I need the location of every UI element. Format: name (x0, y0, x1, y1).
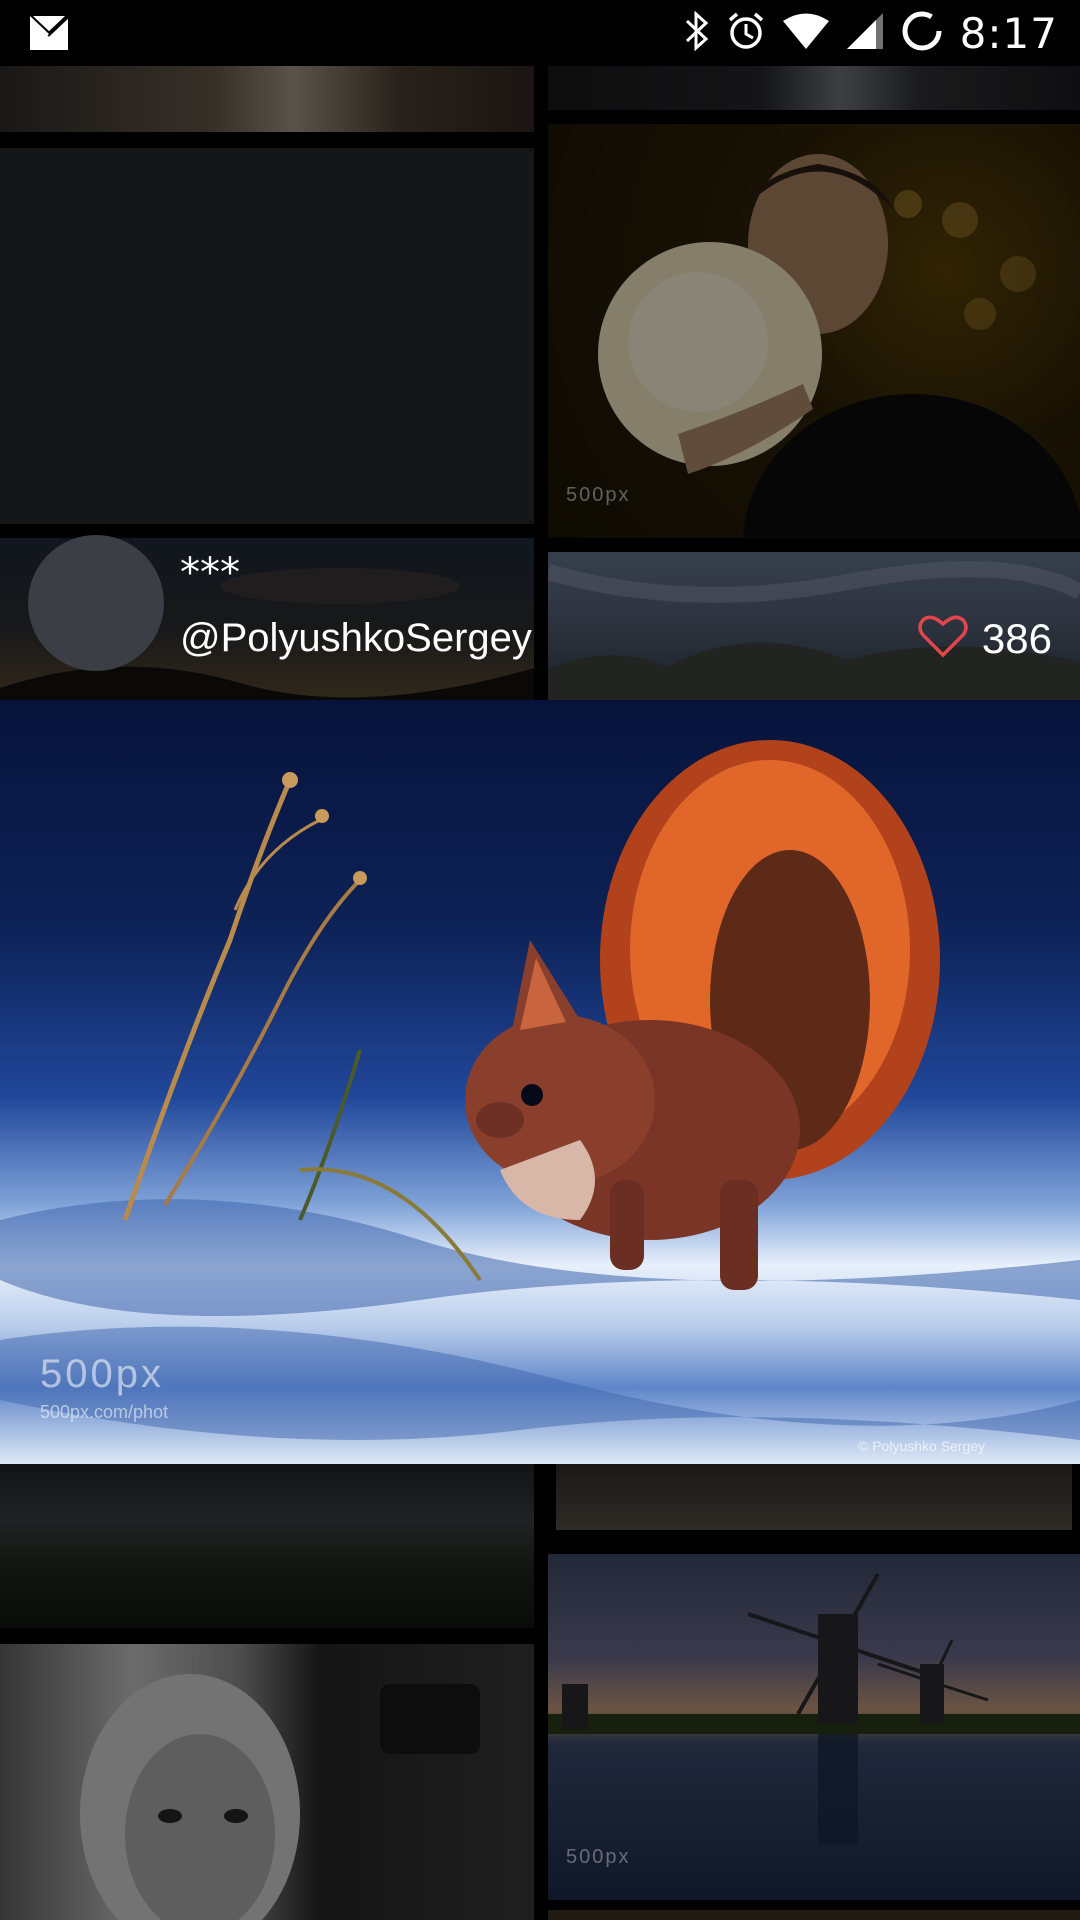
featured-photo[interactable]: 500px 500px.com/phot © Polyushko Sergey (0, 700, 1080, 1464)
photo-tile[interactable] (0, 66, 534, 132)
like-count: 386 (981, 614, 1052, 662)
clock-time: 8:17 (959, 8, 1058, 58)
watermark-url: 500px.com/phot (40, 1402, 169, 1422)
photo-tile[interactable]: 500px (548, 124, 1080, 538)
status-icons: 8:17 (684, 8, 1058, 58)
avatar[interactable] (28, 535, 164, 671)
photo-title: *** (180, 550, 240, 596)
photo-tile[interactable] (548, 66, 1080, 110)
like-area[interactable]: 386 (918, 614, 1052, 663)
heart-icon[interactable] (918, 614, 968, 663)
photo-credit: © Polyushko Sergey (858, 1438, 986, 1454)
photo-tile-placeholder[interactable] (0, 148, 534, 524)
photo-tile[interactable] (0, 1464, 534, 1628)
watermark: 500px (566, 484, 631, 506)
photo-tile[interactable] (0, 1644, 534, 1920)
wifi-icon (782, 12, 830, 55)
signal-icon (846, 12, 884, 55)
watermark: 500px (566, 1846, 631, 1868)
photo-tile[interactable] (556, 1464, 1072, 1530)
status-bar: 8:17 (0, 0, 1080, 66)
photo-tile[interactable] (548, 1910, 1080, 1920)
watermark-logo: 500px (40, 1352, 164, 1396)
bluetooth-icon (684, 10, 710, 56)
alarm-icon (726, 11, 766, 56)
gmail-icon (28, 14, 70, 57)
sync-icon (900, 9, 944, 58)
photo-tile[interactable]: 500px (548, 1554, 1080, 1900)
author-username[interactable]: @PolyushkoSergey (180, 616, 532, 661)
